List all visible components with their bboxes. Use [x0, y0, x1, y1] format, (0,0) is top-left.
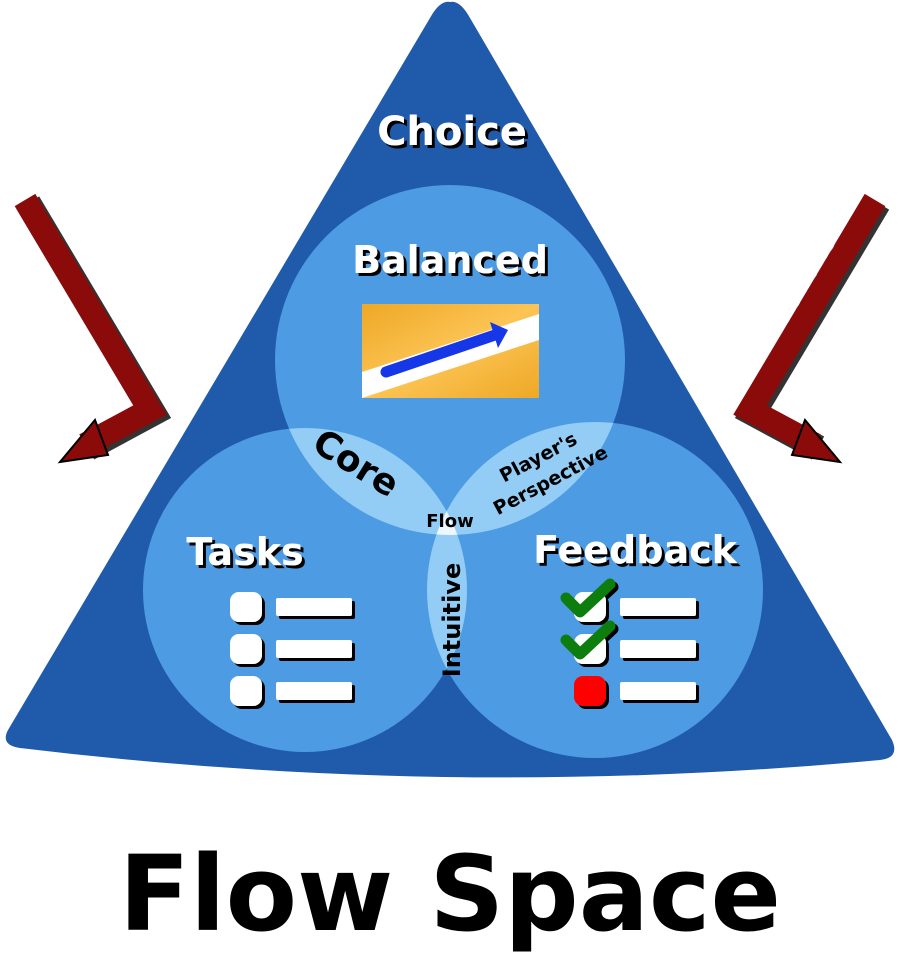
balanced-label: Balanced	[352, 238, 548, 282]
intuitive-label: Intuitive	[438, 563, 466, 677]
distractions-arrow-right: Distractions	[733, 193, 890, 464]
feedback-label: Feedback	[533, 528, 738, 572]
tasks-checklist	[230, 592, 352, 706]
flow-label: Flow	[426, 511, 473, 532]
distractions-arrow-left: Distractions	[14, 177, 172, 464]
feedback-checklist	[560, 578, 696, 706]
balance-icon	[362, 304, 539, 398]
flow-space-diagram: Choice Balanced Core Player's Perspectiv…	[0, 0, 900, 980]
diagram-canvas: Choice Balanced Core Player's Perspectiv…	[5, 1, 895, 955]
page-title: Flow Space	[119, 833, 781, 955]
choice-label: Choice	[377, 109, 527, 155]
tasks-label: Tasks	[186, 530, 303, 574]
